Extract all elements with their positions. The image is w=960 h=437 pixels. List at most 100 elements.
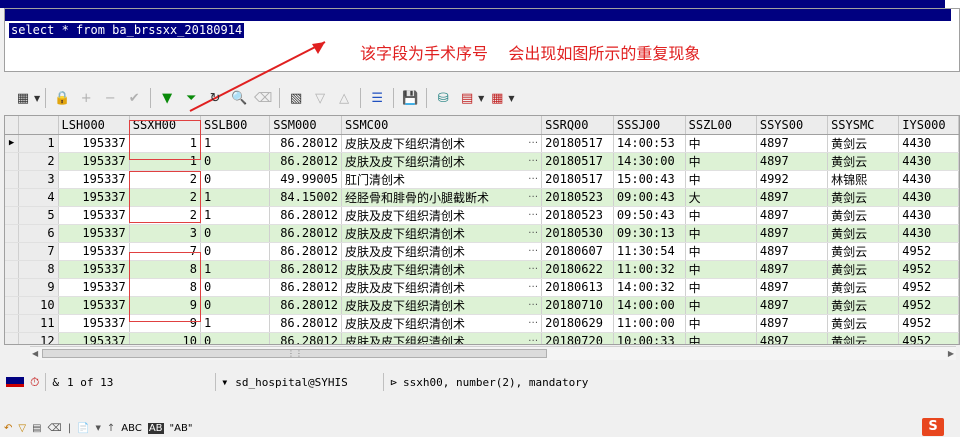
row-number[interactable]: 4 <box>18 188 59 207</box>
column-header[interactable]: SSLB00 <box>200 116 271 135</box>
table-row[interactable]: 8 195337 8 1 86.28012 皮肤及皮下组织清创术… 20180622 11:0… <box>5 260 959 279</box>
clear-icon[interactable]: ⌫ <box>252 87 274 109</box>
undo-icon[interactable]: ↶ <box>4 423 12 434</box>
table-row[interactable]: 5 195337 2 1 86.28012 皮肤及皮下组织清创术 … 20180523 09:5… <box>5 206 959 225</box>
clear-icon[interactable]: ⌫ <box>48 423 62 434</box>
cell-ssm000[interactable]: 84.15002 <box>269 188 342 207</box>
cell-lsh000[interactable]: 195337 <box>58 224 130 243</box>
table-row[interactable]: 4 195337 2 1 84.15002 经胫骨和腓骨的小腿截断术 … 20180523 09… <box>5 188 959 207</box>
row-number[interactable]: 9 <box>18 278 59 297</box>
cell-ssrq00[interactable]: 20180629 <box>541 314 614 333</box>
scroll-right-icon[interactable]: ▶ <box>948 349 954 358</box>
cell-iys000[interactable]: 4952 <box>898 296 959 315</box>
cell-ssm000[interactable]: 86.28012 <box>269 278 342 297</box>
table-row[interactable]: 6 195337 3 0 86.28012 皮肤及皮下组织清创术 … 20180530 09:3… <box>5 224 959 243</box>
cell-ssys00[interactable]: 4897 <box>756 134 829 153</box>
add-record-icon[interactable]: + <box>75 87 97 109</box>
cell-sszl00[interactable]: 中 <box>685 260 757 279</box>
cell-ssm000[interactable]: 86.28012 <box>269 260 342 279</box>
cell-ssmc00[interactable]: 皮肤及皮下组织清创术… <box>341 278 543 297</box>
row-number[interactable]: 3 <box>18 170 59 189</box>
cell-iys000[interactable]: 4952 <box>898 242 959 261</box>
column-header[interactable]: SSRQ00 <box>541 116 614 135</box>
column-header[interactable]: SSXH00 <box>129 116 201 135</box>
column-header[interactable]: SSM000 <box>269 116 342 135</box>
column-header[interactable]: SSSJ00 <box>613 116 686 135</box>
cell-ssm000[interactable]: 86.28012 <box>269 332 342 344</box>
ellipsis-icon[interactable]: … <box>528 261 538 272</box>
chevron-down-icon[interactable]: ▼ <box>34 94 40 103</box>
ellipsis-icon[interactable]: … <box>528 135 538 146</box>
scroll-thumb[interactable]: ⋮⋮ <box>42 349 547 358</box>
column-header[interactable]: SSYSMC <box>827 116 900 135</box>
cell-iys000[interactable]: 4430 <box>898 134 959 153</box>
lock-icon[interactable]: 🔒 <box>51 87 73 109</box>
row-number[interactable]: 1 <box>18 134 59 153</box>
cell-iys000[interactable]: 4430 <box>898 188 959 207</box>
cell-ssxh00[interactable]: 1 <box>129 152 201 171</box>
cell-sssj00[interactable]: 14:00:00 <box>613 296 686 315</box>
table-icon[interactable]: ▦ <box>486 87 508 109</box>
cell-ssmc00[interactable]: 皮肤及皮下组织清创术… <box>341 206 543 225</box>
chevron-down-icon[interactable]: ▼ <box>96 424 101 432</box>
cell-iys000[interactable]: 4952 <box>898 260 959 279</box>
cell-ssrq00[interactable]: 20180607 <box>541 242 614 261</box>
cell-ssmc00[interactable]: 皮肤及皮下组织清创术… <box>341 296 543 315</box>
cell-sssj00[interactable]: 10:00:33 <box>613 332 686 344</box>
row-number[interactable]: 10 <box>18 296 59 315</box>
cell-ssysmc[interactable]: 黄剑云 <box>827 188 900 207</box>
fetch-last-icon[interactable]: ⏷ <box>180 87 202 109</box>
cell-iys000[interactable]: 4430 <box>898 206 959 225</box>
tree-icon[interactable]: ☰ <box>366 87 388 109</box>
cell-ssm000[interactable]: 86.28012 <box>269 134 342 153</box>
ellipsis-icon[interactable]: … <box>528 279 538 290</box>
cell-sszl00[interactable]: 大 <box>685 188 757 207</box>
cell-sssj00[interactable]: 15:00:43 <box>613 170 686 189</box>
save-icon[interactable]: 💾 <box>399 87 421 109</box>
cell-sszl00[interactable]: 中 <box>685 206 757 225</box>
cell-sssj00[interactable]: 11:30:54 <box>613 242 686 261</box>
cell-ssxh00[interactable]: 10 <box>129 332 201 344</box>
table-row[interactable]: 9 195337 8 0 86.28012 皮肤及皮下组织清创术 … 20180613 14:0… <box>5 278 959 297</box>
post-changes-icon[interactable]: ✔ <box>123 87 145 109</box>
ellipsis-icon[interactable]: … <box>528 153 538 164</box>
next-icon[interactable]: △ <box>333 87 355 109</box>
ellipsis-icon[interactable]: … <box>528 333 538 344</box>
cell-ssm000[interactable]: 86.28012 <box>269 206 342 225</box>
cell-sssj00[interactable]: 11:00:00 <box>613 314 686 333</box>
cell-ssys00[interactable]: 4897 <box>756 296 829 315</box>
cell-lsh000[interactable]: 195337 <box>58 332 130 344</box>
cell-lsh000[interactable]: 195337 <box>58 134 130 153</box>
cell-ssxh00[interactable]: 8 <box>129 260 201 279</box>
cell-sszl00[interactable]: 中 <box>685 314 757 333</box>
column-header[interactable]: IYS000 <box>898 116 959 135</box>
cell-ssys00[interactable]: 4897 <box>756 206 829 225</box>
cell-sszl00[interactable]: 中 <box>685 332 757 344</box>
ellipsis-icon[interactable]: … <box>528 225 538 236</box>
cell-ssxh00[interactable]: 1 <box>129 134 201 153</box>
cell-sslb00[interactable]: 1 <box>200 134 271 153</box>
cell-sszl00[interactable]: 中 <box>685 242 757 261</box>
cell-ssys00[interactable]: 4897 <box>756 152 829 171</box>
cell-iys000[interactable]: 4430 <box>898 152 959 171</box>
cell-lsh000[interactable]: 195337 <box>58 296 130 315</box>
cell-ssm000[interactable]: 86.28012 <box>269 224 342 243</box>
cell-iys000[interactable]: 4430 <box>898 224 959 243</box>
cell-ssys00[interactable]: 4897 <box>756 260 829 279</box>
cell-ssysmc[interactable]: 黄剑云 <box>827 278 900 297</box>
row-number[interactable]: 8 <box>18 260 59 279</box>
ab-case-icon[interactable]: AB <box>147 422 164 434</box>
cell-ssmc00[interactable]: 皮肤及皮下组织清创术… <box>341 152 543 171</box>
row-number[interactable]: 12 <box>18 332 59 344</box>
chart-icon[interactable]: ▤ <box>456 87 478 109</box>
cell-ssys00[interactable]: 4897 <box>756 314 829 333</box>
cell-ssrq00[interactable]: 20180622 <box>541 260 614 279</box>
cell-sssj00[interactable]: 11:00:32 <box>613 260 686 279</box>
cell-lsh000[interactable]: 195337 <box>58 242 130 261</box>
cell-sszl00[interactable]: 中 <box>685 224 757 243</box>
column-header[interactable]: SSZL00 <box>685 116 757 135</box>
cell-ssrq00[interactable]: 20180523 <box>541 188 614 207</box>
cell-ssmc00[interactable]: 皮肤及皮下组织清创术… <box>341 242 543 261</box>
cell-ssys00[interactable]: 4897 <box>756 278 829 297</box>
cell-lsh000[interactable]: 195337 <box>58 170 130 189</box>
